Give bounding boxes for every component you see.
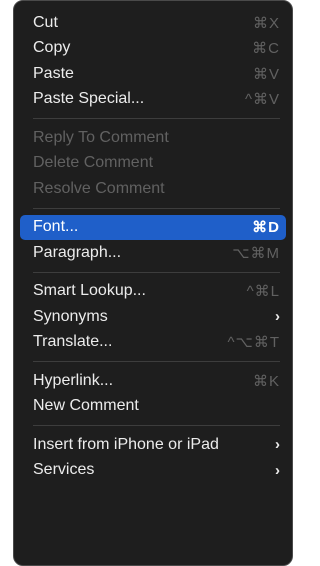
menu-item-label: Smart Lookup... [33,282,146,300]
menu-item-paragraph[interactable]: Paragraph... ⌥⌘M [20,240,286,266]
menu-item-copy[interactable]: Copy ⌘C [20,36,286,62]
menu-item-smart-lookup[interactable]: Smart Lookup... ^⌘L [20,279,286,305]
menu-item-insert-from-iphone[interactable]: Insert from iPhone or iPad › [20,432,286,458]
menu-item-label: Cut [33,13,58,31]
chevron-right-icon: › [275,308,280,326]
context-menu: Cut ⌘X Copy ⌘C Paste ⌘V Paste Special...… [13,0,293,566]
chevron-right-icon: › [275,436,280,454]
menu-item-cut[interactable]: Cut ⌘X [20,10,286,36]
menu-item-resolve-comment: Resolve Comment [20,176,286,202]
menu-item-label: Services [33,461,95,479]
menu-item-label: Font... [33,218,79,236]
menu-item-hyperlink[interactable]: Hyperlink... ⌘K [20,368,286,394]
menu-separator [33,207,280,209]
menu-item-label: Insert from iPhone or iPad [33,435,219,453]
menu-item-label: New Comment [33,397,139,415]
menu-item-label: Translate... [33,333,113,351]
menu-separator [33,118,280,119]
shortcut-label: ^⌘L [246,283,280,301]
menu-separator [33,361,280,362]
shortcut-label: ⌘V [252,65,280,83]
menu-item-label: Hyperlink... [33,371,114,389]
menu-separator [33,425,280,426]
shortcut-label: ⌘X [252,14,280,32]
shortcut-label: ⌥⌘M [232,244,280,262]
menu-item-reply-to-comment: Reply To Comment [20,125,286,151]
shortcut-label: ⌘K [252,372,280,390]
menu-item-synonyms[interactable]: Synonyms › [20,304,286,330]
menu-item-label: Paste Special... [33,90,145,108]
shortcut-label: ⌘D [252,219,280,237]
menu-item-font[interactable]: Font... ⌘D [20,214,286,240]
menu-item-services[interactable]: Services › [20,458,286,484]
shortcut-label: ^⌥⌘T [227,334,280,352]
menu-item-label: Reply To Comment [33,128,169,146]
menu-item-paste-special[interactable]: Paste Special... ^⌘V [20,87,286,113]
menu-item-label: Delete Comment [33,154,154,172]
menu-item-label: Paste [33,64,74,82]
menu-item-label: Synonyms [33,307,108,325]
menu-item-new-comment[interactable]: New Comment [20,394,286,420]
shortcut-label: ⌘C [252,40,280,58]
menu-item-label: Resolve Comment [33,179,165,197]
menu-item-label: Paragraph... [33,243,122,261]
menu-item-paste[interactable]: Paste ⌘V [20,61,286,87]
menu-item-delete-comment: Delete Comment [20,151,286,177]
menu-separator [33,271,280,273]
chevron-right-icon: › [275,461,280,479]
menu-item-translate[interactable]: Translate... ^⌥⌘T [20,330,286,356]
menu-item-label: Copy [33,39,71,57]
shortcut-label: ^⌘V [244,91,280,109]
